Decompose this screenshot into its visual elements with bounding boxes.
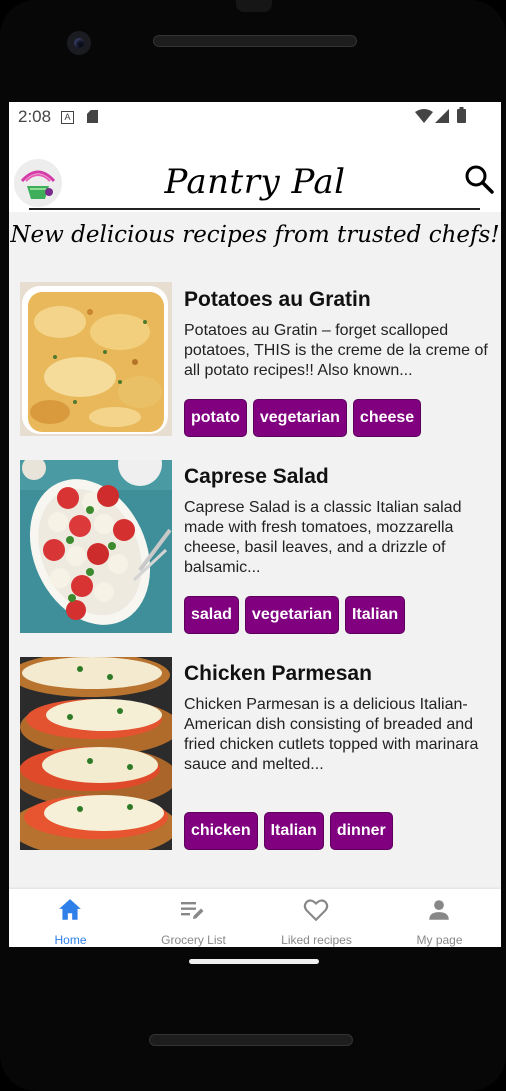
recipe-image-potatoes[interactable] (20, 282, 172, 436)
tag-chip[interactable]: chicken (184, 812, 258, 850)
tag-chip[interactable]: Italian (263, 812, 324, 850)
status-bar: 2:08 A (9, 102, 501, 132)
earpiece-speaker (153, 35, 357, 47)
front-camera (67, 31, 91, 55)
recipe-card[interactable]: Potatoes au Gratin Potatoes au Gratin – … (20, 282, 490, 442)
battery-icon (457, 107, 466, 123)
app-screen: 2:08 A Pantry Pal New delicious recipes … (9, 102, 501, 947)
nav-item-liked-recipes[interactable]: Liked recipes (255, 889, 378, 947)
tag-chip[interactable]: salad (184, 596, 239, 634)
nav-item-grocery-list[interactable]: Grocery List (132, 889, 255, 947)
recipe-title: Caprese Salad (184, 465, 329, 488)
person-icon (429, 900, 449, 920)
recipe-card[interactable]: Chicken Parmesan Chicken Parmesan is a d… (20, 657, 490, 851)
recipe-description: Chicken Parmesan is a delicious Italian-… (184, 696, 479, 773)
wifi-icon (415, 109, 433, 123)
home-indicator[interactable] (189, 959, 319, 964)
tag-chip[interactable]: potato (184, 399, 247, 437)
recipe-description: Caprese Salad is a classic Italian salad… (184, 499, 462, 576)
tag-chip[interactable]: vegetarian (252, 399, 347, 437)
app-header: Pantry Pal (9, 132, 501, 212)
phone-frame: 2:08 A Pantry Pal New delicious recipes … (0, 0, 506, 1091)
bottom-speaker (149, 1034, 353, 1046)
recipe-description: Potatoes au Gratin – forget scalloped po… (184, 322, 488, 379)
page-subtitle: New delicious recipes from trusted chefs… (10, 222, 500, 248)
recipe-tags: chicken Italian dinner (184, 812, 393, 850)
status-time: 2:08 (18, 107, 52, 126)
nav-label: Liked recipes (281, 933, 352, 947)
bottom-navigation: Home Grocery List Liked recipes My page (9, 889, 501, 947)
tag-chip[interactable]: cheese (352, 399, 422, 437)
tag-chip[interactable]: dinner (329, 812, 393, 850)
recipe-card[interactable]: Caprese Salad Caprese Salad is a classic… (20, 460, 490, 636)
recipe-title: Potatoes au Gratin (184, 288, 371, 311)
nav-item-my-page[interactable]: My page (378, 889, 501, 947)
tag-chip[interactable]: vegetarian (244, 596, 339, 634)
grocery-list-icon (181, 902, 204, 919)
tag-chip[interactable]: Italian (344, 596, 406, 634)
nav-item-home[interactable]: Home (9, 889, 132, 947)
recipe-image-chicken-parmesan[interactable] (20, 657, 172, 850)
recipe-image-caprese[interactable] (20, 460, 172, 633)
cell-signal-icon (435, 109, 449, 123)
nav-label: My page (416, 933, 463, 947)
app-title: Pantry Pal (164, 162, 346, 202)
recipe-tags: salad vegetarian Italian (184, 596, 406, 634)
home-icon (59, 899, 81, 920)
top-notch (236, 0, 272, 12)
sd-card-icon (87, 110, 98, 123)
nav-label: Home (54, 933, 87, 947)
nav-label: Grocery List (161, 933, 226, 947)
header-divider (29, 208, 480, 210)
notification-a-icon: A (61, 111, 74, 124)
heart-icon (303, 899, 329, 922)
recipe-tags: potato vegetarian cheese (184, 399, 422, 437)
recipe-title: Chicken Parmesan (184, 662, 372, 685)
search-icon[interactable] (464, 164, 494, 194)
